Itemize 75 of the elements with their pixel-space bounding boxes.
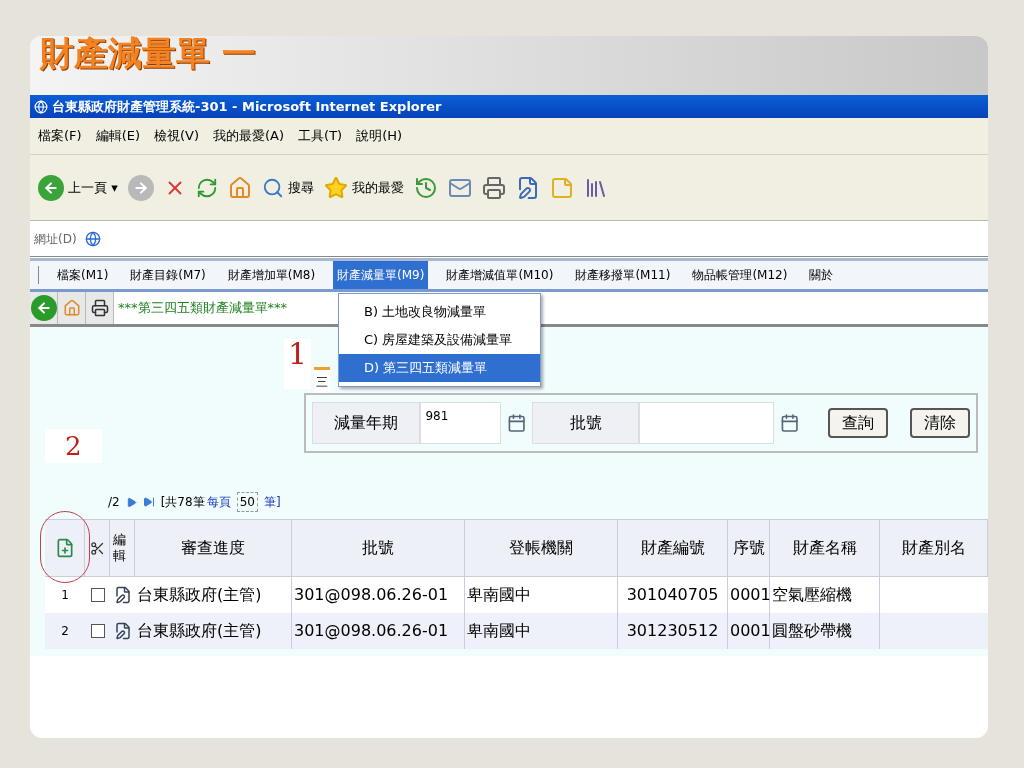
search-icon	[261, 176, 284, 199]
app-menu-item[interactable]: 關於	[805, 261, 838, 289]
star-icon	[323, 175, 348, 200]
next-page-icon[interactable]	[125, 496, 137, 508]
row-number: 1	[60, 587, 70, 604]
form-button[interactable]: 查詢	[827, 408, 888, 438]
back-button[interactable]: 上一頁 ▾	[38, 174, 118, 201]
app-menu-item[interactable]: 財產目錄(M7)	[126, 261, 210, 289]
print-icon[interactable]	[90, 299, 109, 317]
slide-title: 財產減量單 一	[40, 36, 256, 70]
table-cell: 圓盤砂帶機	[770, 613, 880, 649]
dropdown-item[interactable]: D) 第三四五類減量單	[339, 354, 540, 382]
home-icon[interactable]	[62, 299, 81, 317]
menu-item[interactable]: 編輯(E)	[95, 126, 140, 146]
search-button[interactable]: 搜尋	[261, 176, 314, 199]
callout-number: 2	[45, 429, 102, 463]
menu-item[interactable]: 說明(H)	[356, 126, 403, 146]
column-header: 批號	[292, 520, 465, 576]
menu-item[interactable]: 檢視(V)	[154, 126, 200, 146]
dropdown-item[interactable]: B) 土地改良物減量單	[339, 298, 540, 326]
last-page-icon[interactable]	[142, 496, 155, 508]
home-icon[interactable]	[227, 175, 252, 200]
table-cell: 301@098.06.26-01	[292, 613, 465, 649]
tab[interactable]: 三	[314, 367, 330, 393]
menu-item[interactable]: 工具(T)	[298, 126, 343, 146]
column-header: 財產別名	[880, 520, 988, 576]
menu-item[interactable]: 檔案(F)	[38, 126, 82, 146]
row-checkbox[interactable]	[90, 588, 105, 602]
table-cell: 卑南國中	[465, 613, 618, 649]
cut-icon[interactable]	[89, 540, 105, 556]
print-icon[interactable]	[481, 175, 506, 200]
app-menu-item[interactable]: 物品帳管理(M12)	[688, 261, 792, 289]
history-icon[interactable]	[413, 175, 438, 200]
per-page-field[interactable]: 50	[236, 492, 258, 512]
column-header: 財產編號	[618, 520, 728, 576]
column-header: 編輯	[110, 520, 135, 576]
edit-icon[interactable]	[113, 586, 132, 604]
page-indicator: /2	[108, 494, 120, 511]
form-button[interactable]: 清除	[909, 408, 970, 438]
record-total: [共78筆	[160, 494, 205, 511]
column-header: 序號	[728, 520, 770, 576]
dropdown-menu[interactable]: B) 土地改良物減量單 C) 房屋建築及設備減量單 D) 第三四五類減量單	[338, 293, 541, 387]
refresh-icon[interactable]	[195, 176, 218, 199]
app-menu-item[interactable]: 財產移撥單(M11)	[571, 261, 675, 289]
dropdown-item[interactable]: C) 房屋建築及設備減量單	[339, 326, 540, 354]
column-header: 登帳機關	[465, 520, 618, 576]
app-icon	[34, 99, 48, 114]
batch-field[interactable]	[638, 402, 775, 444]
year-label: 減量年期	[312, 402, 421, 444]
column-header: 財產名稱	[770, 520, 880, 576]
app-menu-item[interactable]: 財產減量單(M9)	[333, 261, 429, 289]
batch-label: 批號	[532, 402, 639, 444]
menu-item[interactable]: 我的最愛(A)	[213, 126, 285, 146]
address-label: 網址(D)	[34, 230, 77, 248]
page-title: ***第三四五類財產減量單***	[118, 299, 287, 318]
table-cell: 台東縣政府(主管)	[135, 613, 292, 649]
favorites-button[interactable]: 我的最愛	[323, 175, 404, 200]
app-menu-item[interactable]: 財產增加單(M8)	[223, 261, 320, 289]
picker-icon[interactable]	[780, 413, 800, 433]
app-menu-item[interactable]: 財產增減值單(M10)	[442, 261, 558, 289]
edit-icon[interactable]	[113, 622, 132, 640]
column-header: 審查進度	[135, 520, 292, 576]
row-number: 2	[60, 623, 70, 640]
per-page-label: 每頁	[206, 494, 231, 511]
table-cell: 301230512	[618, 613, 728, 649]
page-icon	[84, 230, 101, 247]
app-menu-item[interactable]: 檔案(M1)	[53, 261, 113, 289]
window-title: 台東縣政府財產管理系統-301 - Microsoft Internet Explorer	[52, 97, 442, 116]
picker-icon[interactable]	[506, 413, 527, 433]
callout-number: 1	[284, 339, 312, 389]
record-unit: 筆]	[263, 494, 281, 511]
table-cell: 0001	[728, 613, 770, 649]
row-checkbox[interactable]	[90, 624, 105, 638]
year-field[interactable]: 981	[420, 402, 501, 444]
back-icon[interactable]	[30, 295, 57, 321]
